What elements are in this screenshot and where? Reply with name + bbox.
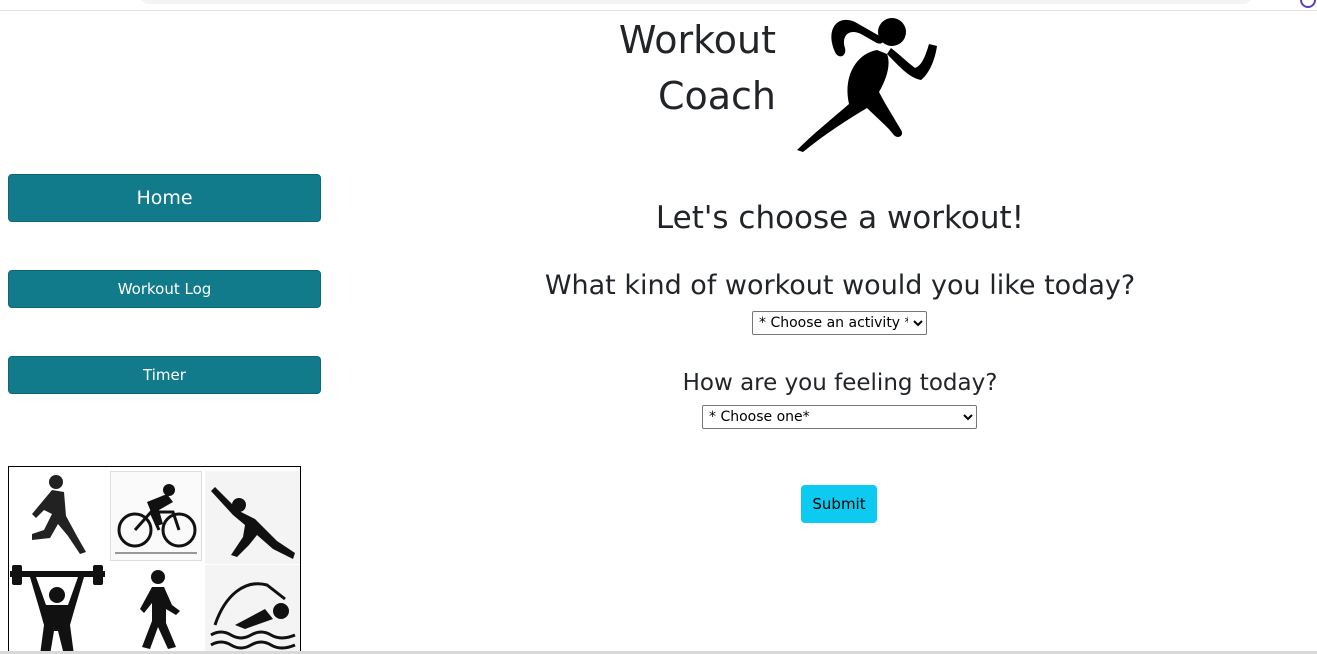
sidebar-item-timer[interactable]: Timer	[8, 356, 321, 394]
runner-icon	[797, 18, 937, 152]
feeling-question-label: How are you feeling today?	[682, 370, 998, 396]
walking-person-icon	[140, 570, 180, 649]
yoga-stretch-icon	[205, 471, 300, 564]
address-bar[interactable]	[140, 0, 1252, 4]
app-title: Workout Coach	[590, 12, 776, 124]
submit-button[interactable]: Submit	[801, 485, 877, 523]
app-title-line2: Coach	[657, 74, 776, 118]
feeling-select[interactable]: * Choose one*	[702, 405, 977, 429]
swimmer-icon	[205, 565, 300, 653]
workout-collage-image	[8, 466, 301, 654]
sidebar-item-home[interactable]: Home	[8, 174, 321, 222]
browser-top-bar	[0, 0, 1317, 11]
app-title-line1: Workout	[618, 18, 776, 62]
running-woman-icon	[32, 475, 86, 554]
cyclist-icon	[110, 471, 202, 561]
page-heading: Let's choose a workout!	[655, 200, 1025, 236]
activity-select[interactable]: * Choose an activity *	[752, 311, 927, 335]
activity-question-label: What kind of workout would you like toda…	[544, 270, 1136, 301]
profile-icon[interactable]	[1300, 0, 1316, 8]
weightlifter-icon	[10, 565, 105, 653]
sidebar-item-workout-log[interactable]: Workout Log	[8, 270, 321, 308]
